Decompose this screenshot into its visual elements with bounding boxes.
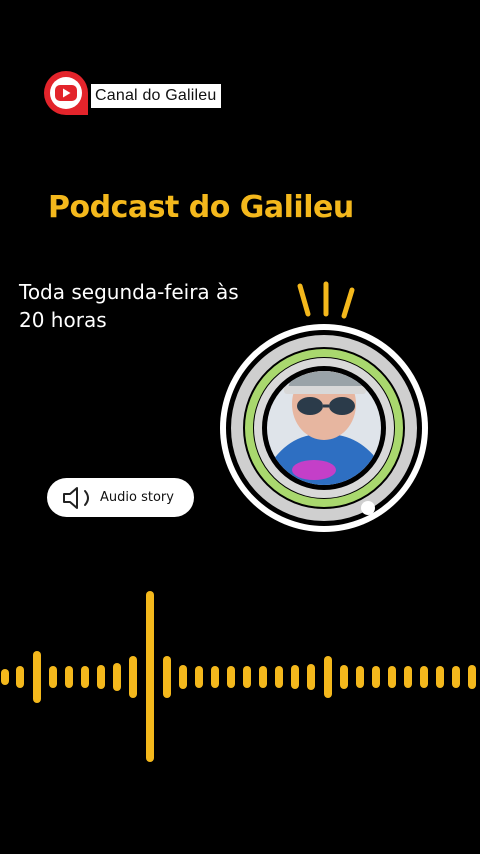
highlight-rays-icon — [297, 281, 355, 319]
page-title: Podcast do Galileu — [48, 190, 354, 225]
schedule-line-2: 20 horas — [19, 308, 107, 332]
channel-name: Canal do Galileu — [91, 84, 221, 108]
audio-waveform — [1, 591, 476, 762]
audio-story-label: Audio story — [100, 490, 174, 505]
speaker-icon — [63, 486, 89, 509]
audio-story-button[interactable]: Audio story — [47, 478, 194, 517]
host-portrait — [220, 324, 428, 532]
play-bubble-icon — [44, 71, 88, 115]
schedule-line-1: Toda segunda-feira às — [19, 280, 239, 304]
